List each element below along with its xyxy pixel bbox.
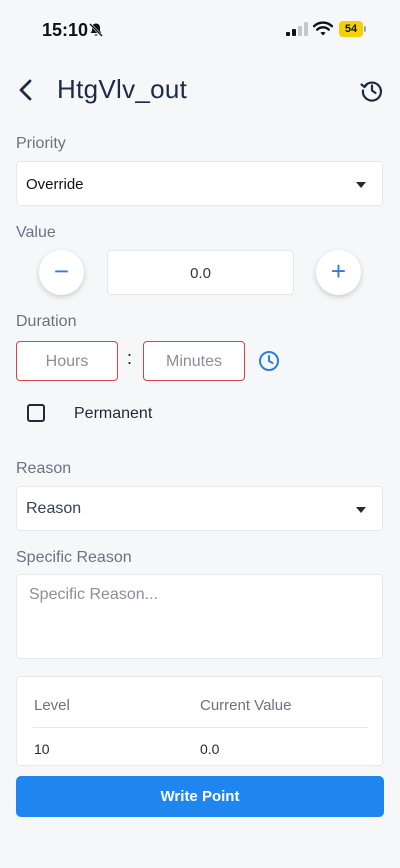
levels-table: Level Current Value 10 0.0 bbox=[16, 676, 383, 766]
page-title: HtgVlv_out bbox=[57, 74, 188, 104]
clock-icon[interactable] bbox=[258, 350, 280, 372]
caret-down-icon bbox=[356, 507, 366, 513]
hours-input[interactable]: Hours bbox=[16, 341, 118, 381]
wifi-icon bbox=[313, 21, 333, 36]
plus-icon: + bbox=[330, 256, 347, 286]
column-header-level: Level bbox=[34, 697, 70, 714]
table-cell-level: 10 bbox=[34, 741, 50, 757]
duration-label: Duration bbox=[16, 313, 77, 330]
signal-icon bbox=[286, 22, 308, 36]
minus-icon: − bbox=[53, 256, 70, 286]
caret-down-icon bbox=[356, 182, 366, 188]
reason-label: Reason bbox=[16, 460, 72, 477]
specific-reason-placeholder: Specific Reason... bbox=[29, 586, 158, 603]
reason-selected-value: Reason bbox=[26, 500, 82, 517]
permanent-checkbox[interactable] bbox=[27, 404, 45, 422]
permanent-label: Permanent bbox=[74, 405, 153, 422]
priority-selected-value: Override bbox=[26, 176, 84, 193]
specific-reason-textarea[interactable]: Specific Reason... bbox=[16, 574, 383, 659]
priority-label: Priority bbox=[16, 135, 66, 152]
table-cell-current-value: 0.0 bbox=[200, 741, 220, 757]
increment-button[interactable]: + bbox=[316, 250, 361, 295]
battery-icon: 54 bbox=[339, 21, 367, 37]
reason-select[interactable]: Reason bbox=[16, 486, 383, 531]
battery-level: 54 bbox=[339, 21, 363, 37]
duration-separator: : bbox=[127, 348, 133, 368]
table-divider bbox=[33, 727, 368, 728]
specific-reason-label: Specific Reason bbox=[16, 549, 132, 566]
value-label: Value bbox=[16, 224, 56, 241]
write-point-button[interactable]: Write Point bbox=[16, 776, 384, 817]
battery-tip bbox=[364, 26, 366, 32]
status-time: 15:10 bbox=[42, 20, 89, 40]
bell-off-icon bbox=[89, 23, 103, 37]
history-icon[interactable] bbox=[359, 78, 385, 102]
decrement-button[interactable]: − bbox=[39, 250, 84, 295]
minutes-input[interactable]: Minutes bbox=[143, 341, 245, 381]
column-header-current-value: Current Value bbox=[200, 697, 292, 714]
priority-select[interactable]: Override bbox=[16, 161, 383, 206]
back-chevron-icon[interactable] bbox=[14, 76, 38, 104]
value-input[interactable]: 0.0 bbox=[107, 250, 294, 295]
status-bar: 15:10 54 bbox=[0, 0, 400, 58]
